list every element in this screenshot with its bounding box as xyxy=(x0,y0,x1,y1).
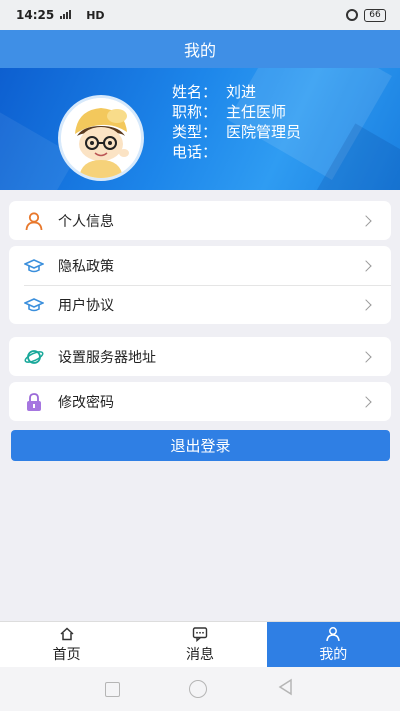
menu-label-personal-info: 个人信息 xyxy=(58,213,114,230)
chevron-right-icon xyxy=(360,395,372,408)
status-bar: 14:25 HD 66 xyxy=(0,0,400,30)
type-row: 类型： 医院管理员 xyxy=(172,122,301,142)
recent-apps-button[interactable] xyxy=(104,681,120,697)
menu-item-server-address[interactable]: 设置服务器地址 xyxy=(9,337,391,376)
menu-label-user-agreement: 用户协议 xyxy=(58,298,114,314)
planet-icon xyxy=(24,347,44,367)
name-row: 姓名： 刘进 xyxy=(172,82,301,102)
menu-item-personal-info[interactable]: 个人信息 xyxy=(9,201,391,240)
profile-banner: 姓名： 刘进 职称： 主任医师 类型： 医院管理员 电话： xyxy=(0,68,400,190)
chevron-right-icon xyxy=(360,259,372,272)
menu-label-server-address: 设置服务器地址 xyxy=(58,349,156,366)
graduation-cap-icon xyxy=(24,295,44,315)
tab-home[interactable]: 首页 xyxy=(0,622,133,667)
network-type: HD xyxy=(86,8,105,22)
chevron-right-icon xyxy=(360,214,372,227)
app-header: 我的 xyxy=(0,30,400,68)
tab-bar: 首页 消息 我的 xyxy=(0,621,400,667)
back-button[interactable] xyxy=(277,678,295,700)
name-label: 姓名： xyxy=(172,83,218,101)
tab-mine-label: 我的 xyxy=(319,646,348,663)
message-icon xyxy=(192,626,208,642)
system-nav-bar xyxy=(0,667,400,711)
tab-messages-label: 消息 xyxy=(185,646,214,663)
title-value: 主任医师 xyxy=(226,103,287,121)
phone-row: 电话： xyxy=(172,142,301,162)
menu-item-privacy-policy[interactable]: 隐私政策 xyxy=(9,246,391,285)
avatar-image xyxy=(61,98,141,178)
card-server: 设置服务器地址 xyxy=(9,337,391,376)
menu-label-privacy-policy: 隐私政策 xyxy=(58,258,114,275)
menu-item-change-password[interactable]: 修改密码 xyxy=(9,382,391,421)
tab-home-label: 首页 xyxy=(52,646,81,663)
profile-info: 姓名： 刘进 职称： 主任医师 类型： 医院管理员 电话： xyxy=(172,82,301,162)
person-icon xyxy=(24,211,44,231)
signal-icon xyxy=(60,9,80,22)
status-right: 66 xyxy=(346,8,386,22)
user-icon xyxy=(325,626,341,642)
chevron-right-icon xyxy=(360,350,372,363)
graduation-cap-icon xyxy=(24,256,44,276)
type-label: 类型： xyxy=(172,123,218,141)
alarm-icon xyxy=(346,9,358,21)
lock-icon xyxy=(24,392,44,412)
name-value: 刘进 xyxy=(226,83,257,101)
avatar[interactable] xyxy=(58,95,144,181)
home-icon xyxy=(59,626,75,642)
tab-mine[interactable]: 我的 xyxy=(266,622,400,667)
title-row: 职称： 主任医师 xyxy=(172,102,301,122)
back-icon xyxy=(278,678,292,696)
status-left: 14:25 HD xyxy=(16,8,105,22)
chevron-right-icon xyxy=(360,299,372,311)
menu-label-change-password: 修改密码 xyxy=(58,394,114,411)
logout-label: 退出登录 xyxy=(170,437,231,455)
card-personal: 个人信息 xyxy=(9,201,391,240)
battery-indicator: 66 xyxy=(364,8,386,22)
card-password: 修改密码 xyxy=(9,382,391,421)
title-label: 职称： xyxy=(172,103,218,121)
phone-label: 电话： xyxy=(172,143,218,161)
logout-button[interactable]: 退出登录 xyxy=(11,430,390,461)
menu-item-user-agreement[interactable]: 用户协议 xyxy=(24,285,391,324)
type-value: 医院管理员 xyxy=(226,123,302,141)
page-title: 我的 xyxy=(183,41,216,60)
tab-messages[interactable]: 消息 xyxy=(133,622,266,667)
home-button[interactable] xyxy=(189,680,208,698)
card-policy: 隐私政策 用户协议 xyxy=(9,246,391,324)
status-time: 14:25 xyxy=(16,8,55,22)
